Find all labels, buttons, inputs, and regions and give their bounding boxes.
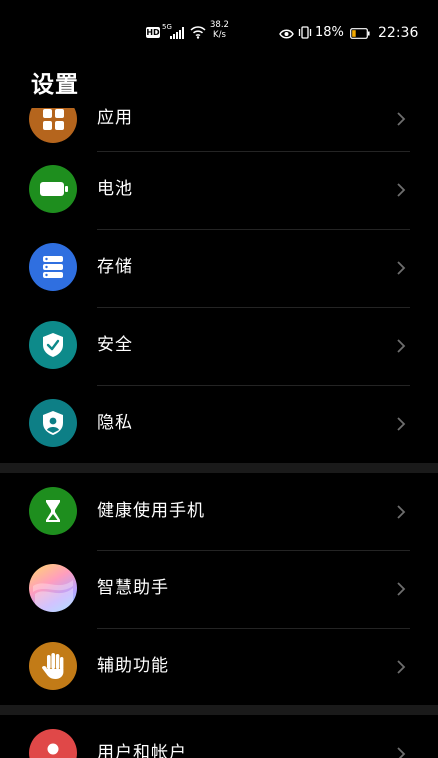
settings-item-label: 存储	[97, 257, 133, 277]
settings-list: 应用 电池 存储 安全 隐私 健康使用手机 智慧助手 辅助功能 用户和帐户	[0, 0, 438, 758]
network-speed: 38.2 K/s	[210, 20, 229, 40]
section-gap	[0, 705, 438, 715]
settings-item-smart-assistant[interactable]: 智慧助手	[0, 550, 438, 628]
smart-assistant-icon	[29, 564, 77, 612]
settings-item-label: 智慧助手	[97, 578, 169, 598]
settings-item-security[interactable]: 安全	[0, 307, 438, 385]
settings-item-label: 用户和帐户	[97, 743, 187, 758]
eye-comfort-icon	[279, 27, 294, 39]
settings-item-label: 隐私	[97, 413, 133, 433]
signal-icon	[170, 27, 186, 39]
chevron-right-icon	[394, 416, 408, 432]
settings-item-label: 安全	[97, 335, 133, 355]
settings-item-label: 电池	[97, 179, 133, 199]
privacy-shield-icon	[29, 399, 77, 447]
battery-icon	[29, 165, 77, 213]
chevron-right-icon	[394, 659, 408, 675]
wifi-icon	[190, 25, 206, 39]
storage-icon	[29, 243, 77, 291]
settings-item-privacy[interactable]: 隐私	[0, 385, 438, 463]
chevron-right-icon	[394, 260, 408, 276]
settings-item-label: 辅助功能	[97, 656, 169, 676]
network-speed-unit: K/s	[213, 30, 226, 40]
settings-item-storage[interactable]: 存储	[0, 229, 438, 307]
shield-check-icon	[29, 321, 77, 369]
settings-item-battery[interactable]: 电池	[0, 151, 438, 229]
battery-low-icon	[350, 27, 370, 39]
network-speed-value: 38.2	[210, 20, 229, 30]
chevron-right-icon	[394, 111, 408, 127]
chevron-right-icon	[394, 581, 408, 597]
settings-item-digital-balance[interactable]: 健康使用手机	[0, 473, 438, 551]
page-title: 设置	[31, 72, 79, 98]
hourglass-icon	[29, 487, 77, 535]
user-icon	[29, 729, 77, 758]
clock: 22:36	[378, 25, 419, 41]
chevron-right-icon	[394, 182, 408, 198]
section-gap	[0, 463, 438, 473]
chevron-right-icon	[394, 338, 408, 354]
settings-item-accessibility[interactable]: 辅助功能	[0, 628, 438, 706]
settings-item-label: 应用	[97, 108, 133, 128]
chevron-right-icon	[394, 746, 408, 758]
vibrate-icon	[298, 26, 312, 39]
settings-item-label: 健康使用手机	[97, 501, 205, 521]
status-bar: HD 5G 38.2 K/s 18% 22:36	[0, 0, 438, 64]
hd-badge: HD	[146, 27, 160, 38]
hand-icon	[29, 642, 77, 690]
settings-item-users-accounts[interactable]: 用户和帐户	[0, 715, 438, 758]
chevron-right-icon	[394, 504, 408, 520]
battery-percent: 18%	[315, 25, 344, 40]
